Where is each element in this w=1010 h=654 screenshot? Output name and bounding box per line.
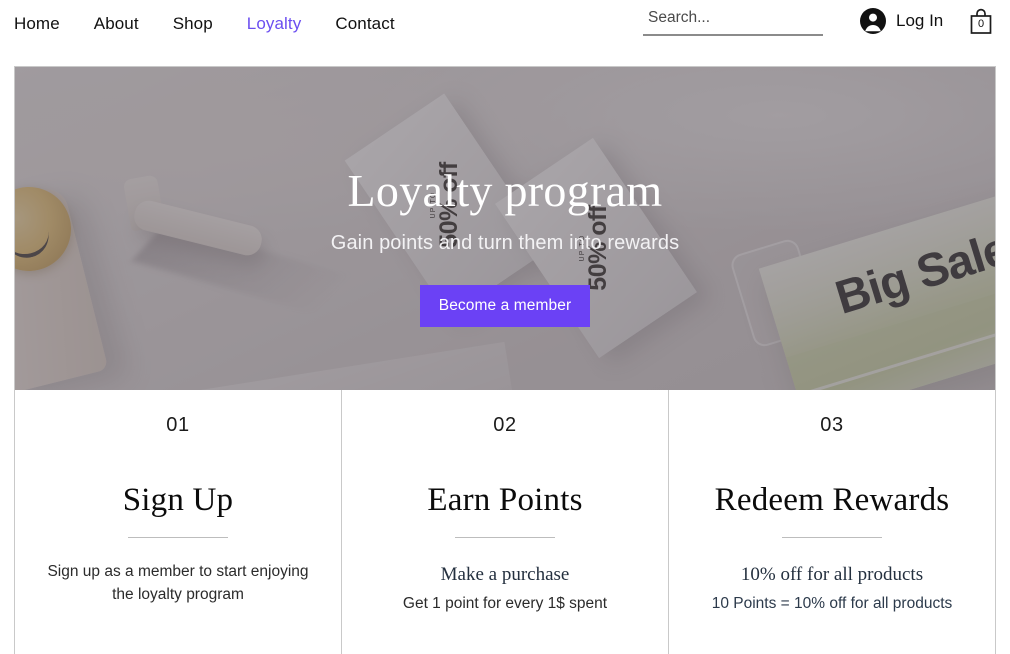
step-title: Earn Points	[427, 482, 583, 518]
user-avatar-icon	[860, 8, 886, 34]
cart-button[interactable]: 0	[966, 7, 996, 39]
search-input[interactable]	[643, 9, 850, 31]
search-box[interactable]	[643, 6, 850, 36]
step-number: 01	[166, 414, 190, 436]
nav-item-shop[interactable]: Shop	[173, 14, 213, 34]
login-control[interactable]: Log In	[860, 8, 943, 34]
become-a-member-button[interactable]: Become a member	[420, 285, 590, 328]
hero-title: Loyalty program	[347, 165, 663, 216]
step-description-wrapper: 10% off for all products 10 Points = 10%…	[712, 561, 953, 616]
nav-item-home[interactable]: Home	[14, 14, 60, 34]
hero-subtitle: Gain points and turn them into rewards	[330, 232, 680, 255]
step-divider	[455, 537, 555, 538]
step-card-redeem-rewards: 03 Redeem Rewards 10% off for all produc…	[668, 390, 995, 654]
login-label: Log In	[896, 11, 944, 30]
hero-content: Loyalty program Gain points and turn the…	[15, 67, 995, 390]
step-lead-text: 10% off for all products	[740, 564, 924, 585]
step-description-wrapper: Make a purchase Get 1 point for every 1$…	[403, 561, 607, 616]
cart-count: 0	[977, 18, 985, 30]
step-title: Redeem Rewards	[714, 482, 950, 518]
step-number: 02	[493, 414, 517, 436]
step-number: 03	[820, 414, 844, 436]
nav-item-contact[interactable]: Contact	[335, 14, 394, 34]
nav-item-loyalty[interactable]: Loyalty	[247, 14, 302, 34]
page-content-frame: UP TO 50% off UP TO 50% off Big Sale Loy…	[14, 66, 996, 654]
step-divider	[782, 537, 882, 538]
step-description: Sign up as a member to start enjoying th…	[47, 563, 309, 603]
step-card-earn-points: 02 Earn Points Make a purchase Get 1 poi…	[341, 390, 668, 654]
loyalty-steps: 01 Sign Up Sign up as a member to start …	[15, 390, 995, 654]
site-header: Home About Shop Loyalty Contact Log In 0	[0, 0, 1010, 56]
step-description: Get 1 point for every 1$ spent	[402, 595, 608, 613]
step-divider	[128, 537, 228, 538]
main-navigation: Home About Shop Loyalty Contact	[14, 14, 395, 34]
step-card-sign-up: 01 Sign Up Sign up as a member to start …	[15, 390, 341, 654]
step-title: Sign Up	[122, 482, 234, 518]
step-lead-text: Make a purchase	[440, 564, 570, 585]
nav-item-about[interactable]: About	[94, 14, 139, 34]
step-description: 10 Points = 10% off for all products	[711, 595, 953, 613]
hero-banner: UP TO 50% off UP TO 50% off Big Sale Loy…	[15, 67, 995, 390]
